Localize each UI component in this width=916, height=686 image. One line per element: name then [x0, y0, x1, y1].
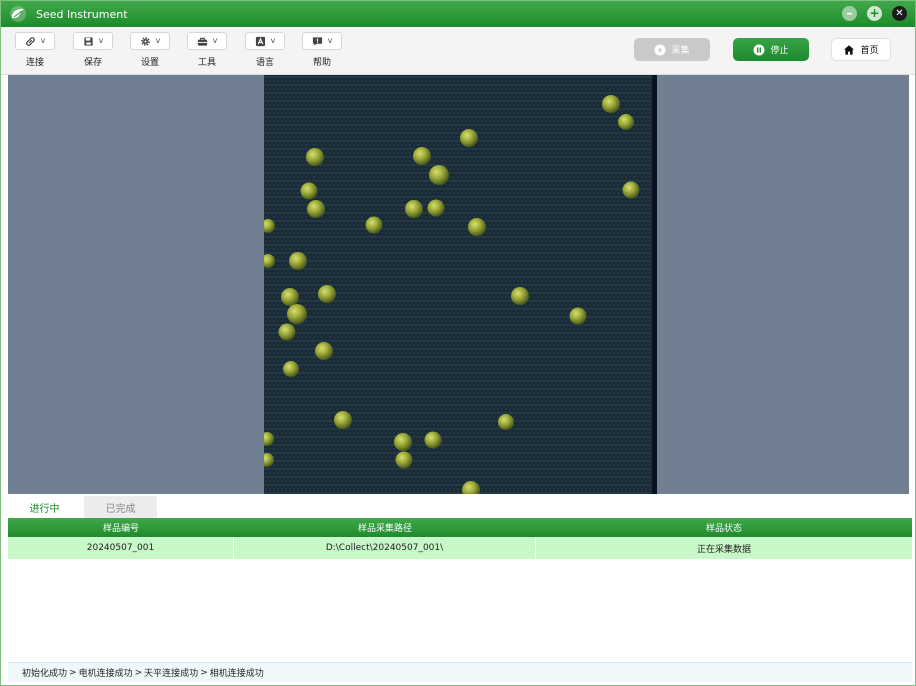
collect-button-label: 采集 — [671, 46, 690, 56]
close-icon[interactable]: ✕ — [892, 6, 907, 21]
home-icon — [844, 44, 855, 55]
stop-button[interactable]: 停止 — [733, 38, 809, 61]
chevron-down-icon: v — [98, 36, 104, 45]
tab-completed[interactable]: 已完成 — [84, 496, 157, 518]
tool-settings-button[interactable]: v — [130, 32, 170, 50]
tool-connect-button[interactable]: v — [15, 32, 55, 50]
tool-tools-button[interactable]: v — [187, 32, 227, 50]
status-separator: > — [69, 667, 77, 678]
chevron-down-icon: v — [212, 36, 218, 45]
tool-language[interactable]: v 语言 — [243, 32, 287, 68]
status-separator: > — [200, 667, 208, 678]
save-icon — [84, 36, 93, 46]
tool-tools[interactable]: v 工具 — [185, 32, 229, 68]
tool-label: 设置 — [140, 58, 159, 68]
window-controls: – + ✕ — [842, 6, 907, 21]
cell-sample-status: 正在采集数据 — [696, 544, 751, 555]
status-tabs: 进行中 已完成 — [8, 496, 909, 518]
tool-label: 保存 — [83, 58, 102, 68]
column-header-sample-id[interactable]: 样品编号 — [8, 518, 234, 537]
language-icon — [255, 36, 265, 46]
app-window: Seed Instrument – + ✕ v 连接 v 保存 v 设置 v 工… — [0, 0, 916, 686]
home-button[interactable]: 首页 — [831, 38, 891, 61]
tool-save[interactable]: v 保存 — [71, 32, 115, 68]
window-title: Seed Instrument — [36, 7, 128, 21]
status-item-camera: 相机连接成功 — [209, 669, 264, 679]
chevron-down-icon: v — [155, 36, 161, 45]
help-icon — [312, 36, 322, 46]
toolbox-icon — [197, 37, 207, 46]
status-item-motor: 电机连接成功 — [78, 669, 133, 679]
tool-help-button[interactable]: v — [302, 32, 342, 50]
status-separator: > — [134, 667, 143, 678]
table-header: 样品编号 样品采集路径 样品状态 — [8, 518, 912, 537]
camera-feed-image — [264, 75, 657, 494]
tool-save-button[interactable]: v — [73, 32, 113, 50]
tool-label: 语言 — [255, 58, 274, 68]
stop-button-label: 停止 — [770, 46, 789, 56]
collect-button[interactable]: 采集 — [634, 38, 710, 61]
title-bar[interactable]: Seed Instrument – + ✕ — [1, 1, 915, 27]
toolbar: v 连接 v 保存 v 设置 v 工具 v 语言 v 帮助 采集 停止 首页 — [1, 27, 915, 75]
tool-label: 帮助 — [312, 58, 331, 68]
status-bar: 初始化成功 > 电机连接成功 > 天平连接成功 > 相机连接成功 — [8, 662, 912, 682]
play-icon — [654, 44, 666, 55]
home-button-label: 首页 — [860, 46, 879, 56]
tool-label: 连接 — [25, 58, 44, 68]
tool-label: 工具 — [197, 58, 216, 68]
tool-settings[interactable]: v 设置 — [128, 32, 172, 68]
chevron-down-icon: v — [270, 36, 276, 45]
pause-icon — [753, 44, 765, 55]
tab-in-progress[interactable]: 进行中 — [8, 496, 81, 518]
sample-table: 样品编号 样品采集路径 样品状态 20240507_001 D:\Collect… — [8, 518, 912, 559]
chevron-down-icon: v — [40, 36, 46, 45]
camera-viewer — [8, 75, 909, 494]
maximize-icon[interactable]: + — [867, 6, 882, 21]
link-icon — [25, 36, 35, 46]
cell-sample-path: D:\Collect\20240507_001\ — [234, 537, 536, 559]
chevron-down-icon: v — [327, 36, 333, 45]
tool-help[interactable]: v 帮助 — [300, 32, 344, 68]
column-header-sample-path[interactable]: 样品采集路径 — [234, 518, 536, 537]
status-item-init: 初始化成功 — [22, 669, 68, 679]
column-header-sample-status[interactable]: 样品状态 — [536, 518, 912, 537]
status-item-balance: 天平连接成功 — [144, 669, 199, 679]
gear-icon — [140, 36, 150, 46]
tool-connect[interactable]: v 连接 — [13, 32, 57, 68]
cell-sample-id: 20240507_001 — [8, 537, 234, 559]
tool-language-button[interactable]: v — [245, 32, 285, 50]
minimize-icon[interactable]: – — [842, 6, 857, 21]
table-row[interactable]: 20240507_001 D:\Collect\20240507_001\ 正在… — [8, 537, 912, 559]
app-leaf-logo-icon — [10, 6, 26, 22]
